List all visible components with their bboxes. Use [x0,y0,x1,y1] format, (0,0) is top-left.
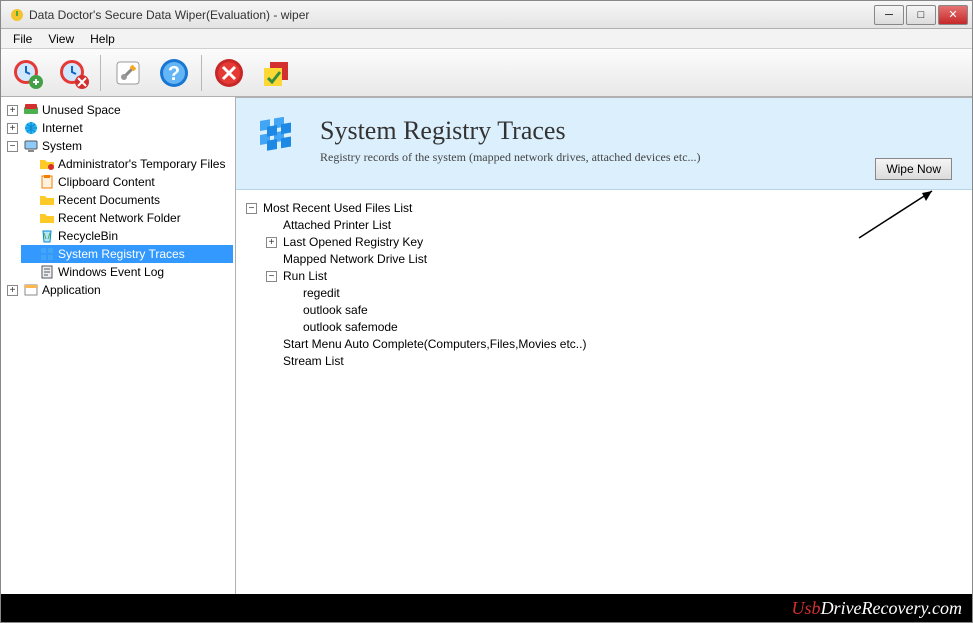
tree-item-system[interactable]: − System [5,137,233,155]
collapse-icon[interactable]: − [246,203,257,214]
detail-label: Run List [283,268,327,285]
detail-item-mru[interactable]: −Most Recent Used Files List [246,200,966,217]
main-panel: System Registry Traces Registry records … [236,97,972,594]
collapse-icon[interactable]: − [7,141,18,152]
tree-label: Administrator's Temporary Files [58,155,225,173]
navigation-tree: + Unused Space + Internet − System [1,97,236,594]
detail-label: outlook safe [303,302,368,319]
detail-item-lastreg[interactable]: + Last Opened Registry Key [266,234,966,251]
detail-item-stream[interactable]: Stream List [266,353,966,370]
drive-icon [23,102,39,118]
tree-item-internet[interactable]: + Internet [5,119,233,137]
detail-item-runlist[interactable]: −Run List [266,268,966,285]
toolbar-clock-remove-button[interactable] [51,53,95,93]
toolbar-clock-add-button[interactable] [5,53,49,93]
detail-label: outlook safemode [303,319,398,336]
tree-label: Recent Network Folder [58,209,181,227]
clipboard-icon [39,174,55,190]
tree-label: Application [42,281,101,299]
close-button[interactable]: ✕ [938,5,968,25]
footer-brand: UsbDriveRecovery.com [1,594,972,622]
detail-label: regedit [303,285,340,302]
minimize-button[interactable]: ─ [874,5,904,25]
tree-label: Unused Space [42,101,121,119]
folder-icon [39,210,55,226]
window-controls: ─ □ ✕ [872,5,968,25]
wipe-now-button[interactable]: Wipe Now [875,158,952,180]
expand-icon[interactable]: + [7,105,18,116]
registry-icon [39,246,55,262]
tree-item-recent-network[interactable]: Recent Network Folder [21,209,233,227]
toolbar-separator [201,55,202,91]
detail-item-startmenu[interactable]: Start Menu Auto Complete(Computers,Files… [266,336,966,353]
menu-file[interactable]: File [5,30,40,48]
tree-item-admin-temp[interactable]: Administrator's Temporary Files [21,155,233,173]
toolbar-help-button[interactable]: ? [152,53,196,93]
content-header: System Registry Traces Registry records … [236,98,972,190]
registry-large-icon [256,117,304,165]
content-title: System Registry Traces [320,116,701,146]
detail-label: Start Menu Auto Complete(Computers,Files… [283,336,586,353]
tree-label: System [42,137,82,155]
tree-label: System Registry Traces [58,245,185,263]
collapse-icon[interactable]: − [266,271,277,282]
detail-label: Most Recent Used Files List [263,200,412,217]
content-area: + Unused Space + Internet − System [1,97,972,594]
content-subtitle: Registry records of the system (mapped n… [320,150,701,165]
tree-item-clipboard[interactable]: Clipboard Content [21,173,233,191]
expand-icon[interactable]: + [7,123,18,134]
menu-help[interactable]: Help [82,30,123,48]
svg-text:?: ? [168,63,180,85]
brand-prefix: Usb [792,598,821,619]
detail-item-regedit[interactable]: regedit [286,285,966,302]
detail-label: Last Opened Registry Key [283,234,423,251]
toolbar-cancel-button[interactable] [207,53,251,93]
computer-icon [23,138,39,154]
tree-item-registry-traces[interactable]: System Registry Traces [21,245,233,263]
tree-item-recyclebin[interactable]: RecycleBin [21,227,233,245]
application-icon [23,282,39,298]
toolbar-separator [100,55,101,91]
tree-item-event-log[interactable]: Windows Event Log [21,263,233,281]
tree-item-application[interactable]: + Application [5,281,233,299]
tree-item-recent-docs[interactable]: Recent Documents [21,191,233,209]
detail-item-outlook-safe[interactable]: outlook safe [286,302,966,319]
menu-view[interactable]: View [40,30,82,48]
log-icon [39,264,55,280]
recycle-icon [39,228,55,244]
tree-item-unused-space[interactable]: + Unused Space [5,101,233,119]
menubar: File View Help [1,29,972,49]
globe-icon [23,120,39,136]
detail-label: Attached Printer List [283,217,391,234]
detail-label: Stream List [283,353,344,370]
maximize-button[interactable]: □ [906,5,936,25]
detail-tree: −Most Recent Used Files List Attached Pr… [236,190,972,594]
app-icon [9,7,25,23]
folder-icon [39,192,55,208]
window-title: Data Doctor's Secure Data Wiper(Evaluati… [29,8,872,22]
folder-icon [39,156,55,172]
detail-item-printer[interactable]: Attached Printer List [266,217,966,234]
detail-label: Mapped Network Drive List [283,251,427,268]
expand-icon[interactable]: + [266,237,277,248]
brand-rest: DriveRecovery.com [821,598,962,619]
toolbar-settings-button[interactable] [106,53,150,93]
tree-label: Recent Documents [58,191,160,209]
detail-item-outlook-safemode[interactable]: outlook safemode [286,319,966,336]
tree-label: Windows Event Log [58,263,164,281]
tree-label: RecycleBin [58,227,118,245]
expand-icon[interactable]: + [7,285,18,296]
detail-item-mapped[interactable]: Mapped Network Drive List [266,251,966,268]
titlebar: Data Doctor's Secure Data Wiper(Evaluati… [1,1,972,29]
tree-label: Internet [42,119,83,137]
toolbar-action-button[interactable] [253,53,297,93]
toolbar: ? [1,49,972,97]
tree-label: Clipboard Content [58,173,155,191]
